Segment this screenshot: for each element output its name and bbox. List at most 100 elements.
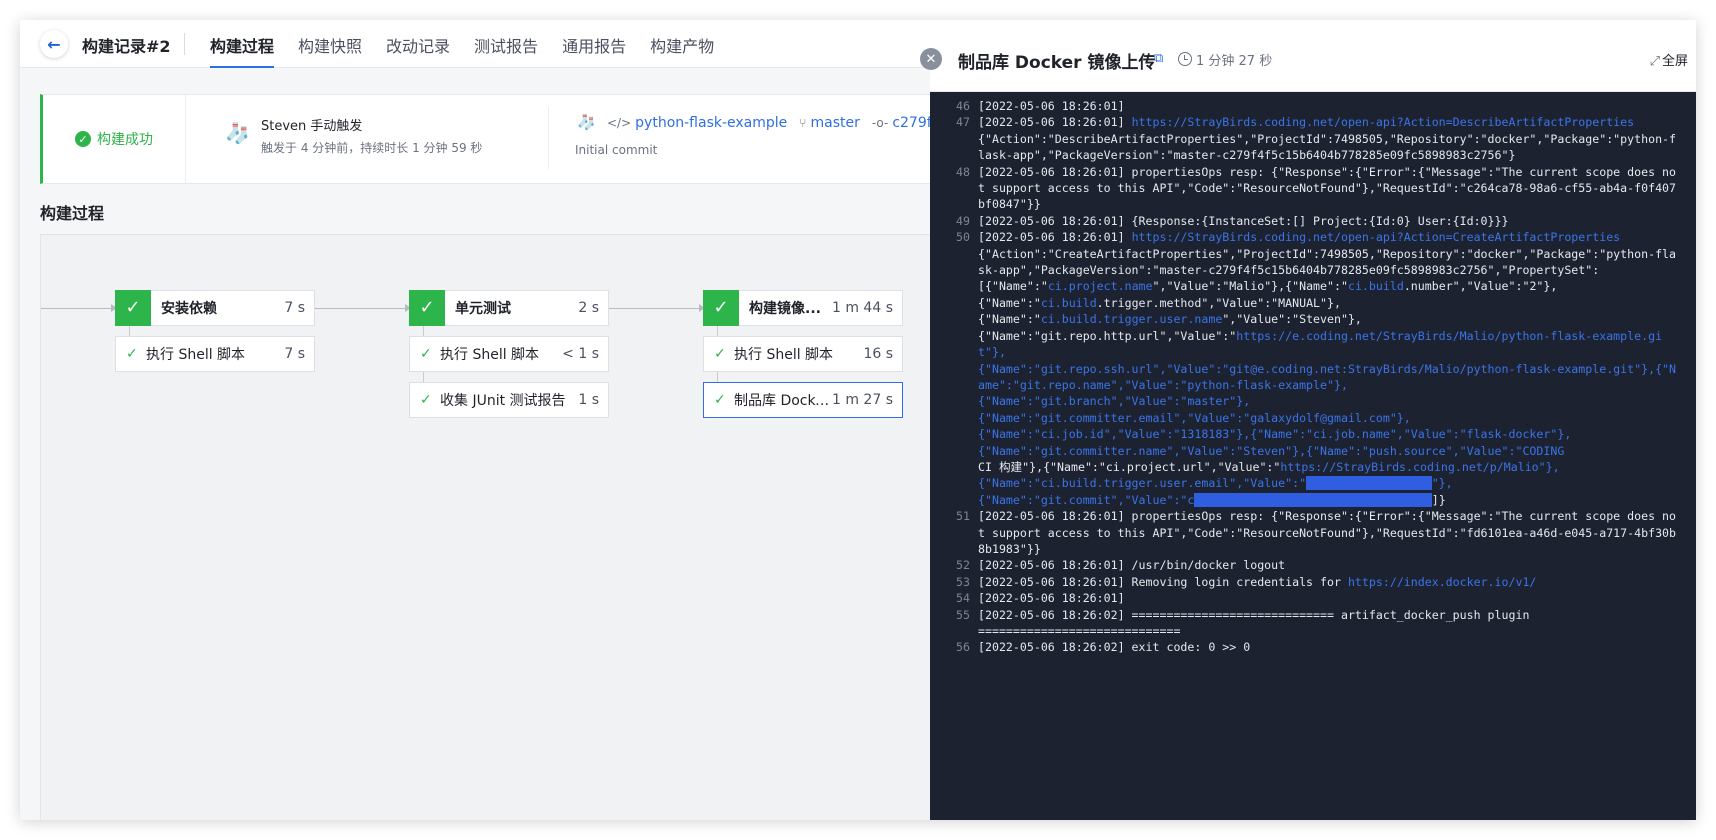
redacted-text: ██████████████████████████████████	[1194, 492, 1432, 507]
log-link[interactable]: https://e.coding.net/StrayBirds/Malio/py…	[978, 329, 1676, 458]
log-text-segment: CI 构建"},{"Name":"ci.project.url","Value"…	[978, 459, 1281, 474]
log-line: 52 [2022-05-06 18:26:01] /usr/bin/docker …	[930, 557, 1696, 573]
stage-time: 2 s	[578, 300, 599, 316]
log-text-segment: [2022-05-06 18:26:01] /usr/bin/docker lo…	[978, 558, 1286, 573]
log-line-text: [2022-05-06 18:26:01]	[978, 590, 1678, 606]
log-text-segment: [2022-05-06 18:26:01] propertiesOps resp…	[978, 509, 1677, 556]
step-name: 收集 JUnit 测试报告	[440, 393, 566, 409]
log-text-segment: {"Action":"DescribeArtifactProperties","…	[978, 131, 1677, 163]
build-status: ✓ 构建成功	[43, 95, 186, 183]
log-line: 50 [2022-05-06 18:26:01] https://StrayBir…	[930, 229, 1696, 508]
record-title: 构建记录#2	[82, 37, 171, 56]
log-link[interactable]: ci.build	[1041, 296, 1097, 310]
commit-message: Initial commit	[575, 143, 658, 157]
check-icon: ✓	[714, 392, 726, 408]
stage-install-deps[interactable]: ✓ 安装依赖 7 s	[115, 289, 315, 326]
log-line: 56 [2022-05-06 18:26:02] exit code: 0 >> …	[930, 639, 1696, 655]
stage-build-image[interactable]: ✓ 构建镜像... 1 m 44 s	[703, 289, 903, 326]
pipeline-canvas: ✓ 安装依赖 7 s ✓ 执行 Shell 脚本 7 s ✓ 单元测试 2 s …	[40, 234, 1040, 820]
log-line-number: 52	[956, 558, 970, 573]
log-link[interactable]: https://index.docker.io/v1/	[1348, 575, 1536, 589]
log-line-number: 51	[956, 509, 970, 524]
log-link[interactable]: ci.project.name	[1048, 279, 1153, 293]
log-line: 54 [2022-05-06 18:26:01]	[930, 590, 1696, 606]
trigger-meta: 触发于 4 分钟前，持续时长 1 分钟 59 秒	[261, 141, 483, 155]
tab-change-log[interactable]: 改动记录	[386, 20, 450, 68]
check-icon: ✓	[126, 346, 138, 362]
stage-name: 单元测试	[455, 301, 511, 317]
app-window: ← 构建记录#2 构建过程 构建快照 改动记录 测试报告 通用报告 构建产物 ✓…	[20, 20, 1696, 820]
log-text-segment: [2022-05-06 18:26:02] exit code: 0 >> 0	[978, 640, 1251, 655]
log-line: 53 [2022-05-06 18:26:01] Removing login c…	[930, 574, 1696, 590]
log-link[interactable]: {"Name":"git.commit","Value":"c	[978, 493, 1194, 507]
stage-name: 构建镜像...	[749, 301, 821, 317]
log-text-segment: [2022-05-06 18:26:01]	[978, 230, 1132, 245]
step-duration: 1 分钟 27 秒	[1196, 54, 1273, 69]
check-icon: ✓	[420, 346, 432, 362]
log-text-segment: [2022-05-06 18:26:01] {Response:{Instanc…	[978, 213, 1509, 228]
log-line-text: [2022-05-06 18:26:01] Removing login cre…	[978, 574, 1678, 590]
connector	[315, 308, 409, 309]
tab-general-report[interactable]: 通用报告	[562, 20, 626, 68]
section-title: 构建过程	[40, 204, 105, 223]
repo-info: </> python-flask-example ⑂ master -o- c2…	[603, 115, 970, 131]
fullscreen-button[interactable]: ⤢ 全屏	[1650, 50, 1688, 69]
divider	[548, 107, 549, 169]
drawer-title: 制品库 Docker 镜像上传	[958, 53, 1156, 73]
log-line: 46 [2022-05-06 18:26:01]	[930, 98, 1696, 114]
step-time: 7 s	[284, 346, 305, 362]
log-line-number: 47	[956, 115, 970, 130]
redacted-text: ██████████████████	[1306, 476, 1432, 491]
fullscreen-label: 全屏	[1661, 54, 1688, 69]
tab-build-process[interactable]: 构建过程	[210, 20, 275, 68]
step-name: 执行 Shell 脚本	[146, 347, 246, 363]
stage-name: 安装依赖	[161, 301, 217, 317]
step-shell-script[interactable]: ✓ 执行 Shell 脚本 16 s	[703, 336, 903, 372]
log-line-number: 46	[956, 99, 970, 113]
code-icon: </>	[607, 116, 632, 130]
branch-icon: ⑂	[799, 116, 807, 130]
close-drawer-button[interactable]: ✕	[920, 48, 942, 70]
step-name: 执行 Shell 脚本	[734, 347, 834, 363]
repo-link[interactable]: python-flask-example	[635, 115, 787, 131]
build-summary-card: ✓ 构建成功 🧦 Steven 手动触发 触发于 4 分钟前，持续时长 1 分钟…	[40, 94, 1060, 184]
connector	[609, 308, 703, 309]
tab-test-report[interactable]: 测试报告	[474, 20, 538, 68]
log-line-number: 54	[956, 591, 970, 606]
status-label: 构建成功	[97, 132, 153, 148]
step-name: 执行 Shell 脚本	[440, 347, 540, 363]
external-link-icon[interactable]: ⧉	[1154, 51, 1163, 66]
log-line-number: 49	[956, 213, 970, 228]
log-text-segment: [2022-05-06 18:26:01]	[978, 99, 1125, 113]
log-line-text: [2022-05-06 18:26:01] propertiesOps resp…	[978, 508, 1678, 557]
check-icon: ✓	[115, 289, 151, 326]
log-output[interactable]: 46 [2022-05-06 18:26:01] 47 [2022-05-06 18:…	[930, 94, 1696, 820]
step-time: 1 s	[578, 392, 599, 408]
step-time: 1 m 27 s	[831, 392, 893, 408]
log-link[interactable]: https://StrayBirds.coding.net/open-api?A…	[1132, 115, 1635, 129]
log-link[interactable]: "},	[1432, 476, 1453, 490]
log-line-text: [2022-05-06 18:26:01] https://StrayBirds…	[978, 229, 1678, 508]
log-text-segment: [2022-05-06 18:26:01] Removing login cre…	[978, 574, 1348, 589]
step-docker-upload[interactable]: ✓ 制品库 Docker ... 1 m 27 s	[703, 382, 903, 418]
tab-build-artifacts[interactable]: 构建产物	[650, 20, 714, 68]
log-link[interactable]: ci.build.trigger.user.name	[1041, 312, 1222, 326]
log-text-segment: [2022-05-06 18:26:01] propertiesOps resp…	[978, 164, 1677, 212]
branch-link[interactable]: master	[811, 115, 860, 131]
log-line-number: 53	[956, 574, 970, 589]
drawer-header: 制品库 Docker 镜像上传 ⧉ 1 分钟 27 秒 ⤢ 全屏	[930, 20, 1696, 92]
step-junit-report[interactable]: ✓ 收集 JUnit 测试报告 1 s	[409, 382, 609, 418]
step-shell-script[interactable]: ✓ 执行 Shell 脚本 < 1 s	[409, 336, 609, 372]
check-icon: ✓	[420, 392, 432, 408]
tab-build-snapshot[interactable]: 构建快照	[298, 20, 362, 68]
step-time: 16 s	[863, 346, 893, 362]
stage-unit-test[interactable]: ✓ 单元测试 2 s	[409, 289, 609, 326]
trigger-user: Steven 手动触发	[261, 119, 363, 134]
log-line-text: [2022-05-06 18:26:02] exit code: 0 >> 0	[978, 639, 1678, 655]
log-line-text: [2022-05-06 18:26:02] ==================…	[978, 607, 1678, 640]
back-button[interactable]: ←	[40, 30, 68, 58]
log-line-number: 50	[956, 230, 970, 245]
step-shell-script[interactable]: ✓ 执行 Shell 脚本 7 s	[115, 336, 315, 372]
log-link[interactable]: ci.build	[1348, 279, 1404, 293]
log-link[interactable]: https://StrayBirds.coding.net/open-api?A…	[1132, 230, 1621, 244]
